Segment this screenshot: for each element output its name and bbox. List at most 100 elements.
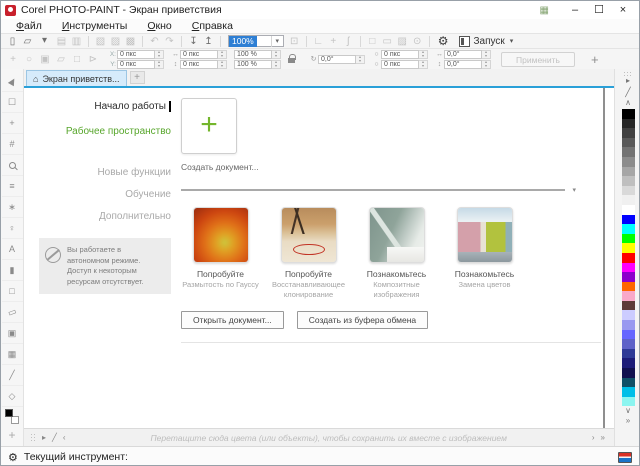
- open-document-button[interactable]: Открыть документ...: [181, 311, 284, 329]
- rulers-button[interactable]: ∟: [311, 33, 326, 49]
- grid-button[interactable]: ʃ: [341, 33, 356, 49]
- menu-help[interactable]: Справка: [182, 19, 243, 33]
- color-swatch[interactable]: [622, 128, 635, 138]
- open-document-button[interactable]: ▱: [20, 33, 35, 49]
- color-control-swatches[interactable]: [4, 409, 20, 424]
- color-swatch[interactable]: [622, 205, 635, 215]
- color-proof-icon[interactable]: [618, 452, 632, 463]
- color-swatch[interactable]: [622, 243, 635, 253]
- object-width-input[interactable]: 0 пкс: [180, 50, 218, 59]
- eraser-tool[interactable]: ▭: [2, 302, 23, 323]
- lock-icon[interactable]: [287, 54, 296, 64]
- options-gear-icon[interactable]: ⚙: [438, 34, 449, 48]
- feature-card-3[interactable]: ПознакомьтесьЗамена цветов: [445, 207, 524, 300]
- menu-file[interactable]: Файл: [6, 19, 52, 33]
- create-document-card[interactable]: +: [181, 98, 237, 154]
- color-swatch[interactable]: [622, 186, 635, 196]
- rotation-center-x-input[interactable]: 0 пкс: [381, 50, 419, 59]
- object-width-spinner[interactable]: ▴▾: [218, 50, 227, 59]
- zoom-level-value[interactable]: 100%: [229, 36, 257, 47]
- new-tab-button[interactable]: +: [130, 71, 145, 84]
- feature-card-0[interactable]: ПопробуйтеРазмытость по Гауссу: [181, 207, 260, 300]
- scale-y-spinner[interactable]: ▴▾: [272, 60, 281, 69]
- chevron-down-icon[interactable]: ▾: [271, 36, 283, 47]
- zoom-level-combobox[interactable]: 100% ▾: [228, 35, 284, 47]
- effect-tool[interactable]: ∗: [2, 197, 23, 218]
- print-button[interactable]: ▥: [69, 33, 84, 49]
- x-position-input[interactable]: 0 пкс: [117, 50, 155, 59]
- guidelines-button[interactable]: +: [326, 33, 341, 49]
- rotation-center-y-spinner[interactable]: ▴▾: [419, 60, 428, 69]
- skew-y-spinner[interactable]: ▴▾: [482, 60, 491, 69]
- nav-item-new-features[interactable]: Новые функции: [39, 167, 171, 178]
- vertical-scrollbar[interactable]: [603, 88, 605, 428]
- paint-tool[interactable]: ▮: [2, 260, 23, 281]
- strip-expand-icon[interactable]: »: [601, 433, 605, 442]
- color-swatch[interactable]: [622, 330, 635, 340]
- color-swatch[interactable]: [622, 215, 635, 225]
- skew-x-spinner[interactable]: ▴▾: [482, 50, 491, 59]
- scroll-up-icon[interactable]: ∧: [625, 98, 631, 108]
- color-swatch[interactable]: [622, 310, 635, 320]
- skew-x-input[interactable]: 0,0°: [444, 50, 482, 59]
- perspective-mode-button[interactable]: □: [69, 51, 85, 67]
- add-property-button[interactable]: +: [591, 52, 599, 67]
- skew-y-input[interactable]: 0,0°: [444, 60, 482, 69]
- crop-tool[interactable]: #: [2, 134, 23, 155]
- color-swatch[interactable]: [622, 397, 635, 407]
- scale-x-spinner[interactable]: ▴▾: [272, 50, 281, 59]
- rotation-center-y-input[interactable]: 0 пкс: [381, 60, 419, 69]
- pick-tool[interactable]: ▶: [2, 71, 23, 92]
- scale-y-input[interactable]: 100 %: [234, 60, 272, 69]
- cut-button[interactable]: ▧: [93, 33, 108, 49]
- add-tool-button[interactable]: +: [8, 428, 15, 442]
- color-swatch[interactable]: [622, 253, 635, 263]
- fill-tool[interactable]: ▦: [2, 344, 23, 365]
- card-thumbnail[interactable]: [281, 207, 337, 263]
- color-swatch[interactable]: [622, 176, 635, 186]
- new-document-button[interactable]: ▯: [5, 33, 20, 49]
- import-button[interactable]: ↧: [186, 33, 201, 49]
- corner-mode-button[interactable]: ▣: [37, 51, 53, 67]
- color-swatch[interactable]: [622, 282, 635, 292]
- tab-welcome-screen[interactable]: ⌂ Экран приветств...: [26, 70, 127, 86]
- color-swatch[interactable]: [622, 272, 635, 282]
- save-button[interactable]: ▤: [54, 33, 69, 49]
- rotation-angle-spinner[interactable]: ▴▾: [356, 55, 365, 64]
- nav-item-workspace[interactable]: Рабочее пространство: [39, 126, 171, 137]
- zoom-combobox-field[interactable]: [257, 36, 271, 46]
- feature-card-2[interactable]: ПознакомьтесьКомпозитные изображения: [357, 207, 436, 300]
- red-eye-removal-tool[interactable]: ♀: [2, 218, 23, 239]
- card-thumbnail[interactable]: [193, 207, 249, 263]
- maximize-button[interactable]: ☐: [587, 1, 611, 19]
- launch-button[interactable]: Запуск ▾: [459, 36, 514, 47]
- apply-button[interactable]: Применить: [501, 52, 575, 67]
- text-tool[interactable]: A: [2, 239, 23, 260]
- image-flip-button[interactable]: ▨: [395, 33, 410, 49]
- nav-item-get-started[interactable]: Начало работы: [39, 101, 171, 112]
- redo-button[interactable]: ↷: [162, 33, 177, 49]
- skew-mode-button[interactable]: ▱: [53, 51, 69, 67]
- color-swatch[interactable]: [622, 195, 635, 205]
- y-position-spinner[interactable]: ▴▾: [155, 60, 164, 69]
- scroll-down-icon[interactable]: ∨: [625, 406, 631, 416]
- whats-new-icon[interactable]: ▦: [540, 5, 549, 16]
- y-position-input[interactable]: 0 пкс: [117, 60, 155, 69]
- chevron-down-icon[interactable]: ▾: [572, 186, 576, 194]
- color-swatch[interactable]: [622, 320, 635, 330]
- eyedropper-icon[interactable]: ╱: [625, 86, 630, 98]
- rotate-mode-button[interactable]: ○: [21, 51, 37, 67]
- color-swatch[interactable]: [622, 119, 635, 129]
- color-swatch[interactable]: [622, 301, 635, 311]
- color-swatch[interactable]: [622, 358, 635, 368]
- strip-grip-handle[interactable]: [30, 433, 35, 442]
- object-transparency-tool[interactable]: ▣: [2, 323, 23, 344]
- menu-tools[interactable]: Инструменты: [52, 19, 137, 33]
- undo-button[interactable]: ↶: [147, 33, 162, 49]
- color-swatch[interactable]: [622, 291, 635, 301]
- object-height-input[interactable]: 0 пкс: [180, 60, 218, 69]
- color-swatch[interactable]: [622, 387, 635, 397]
- color-swatch[interactable]: [622, 378, 635, 388]
- create-from-clipboard-button[interactable]: Создать из буфера обмена: [297, 311, 428, 329]
- close-button[interactable]: ×: [611, 1, 635, 19]
